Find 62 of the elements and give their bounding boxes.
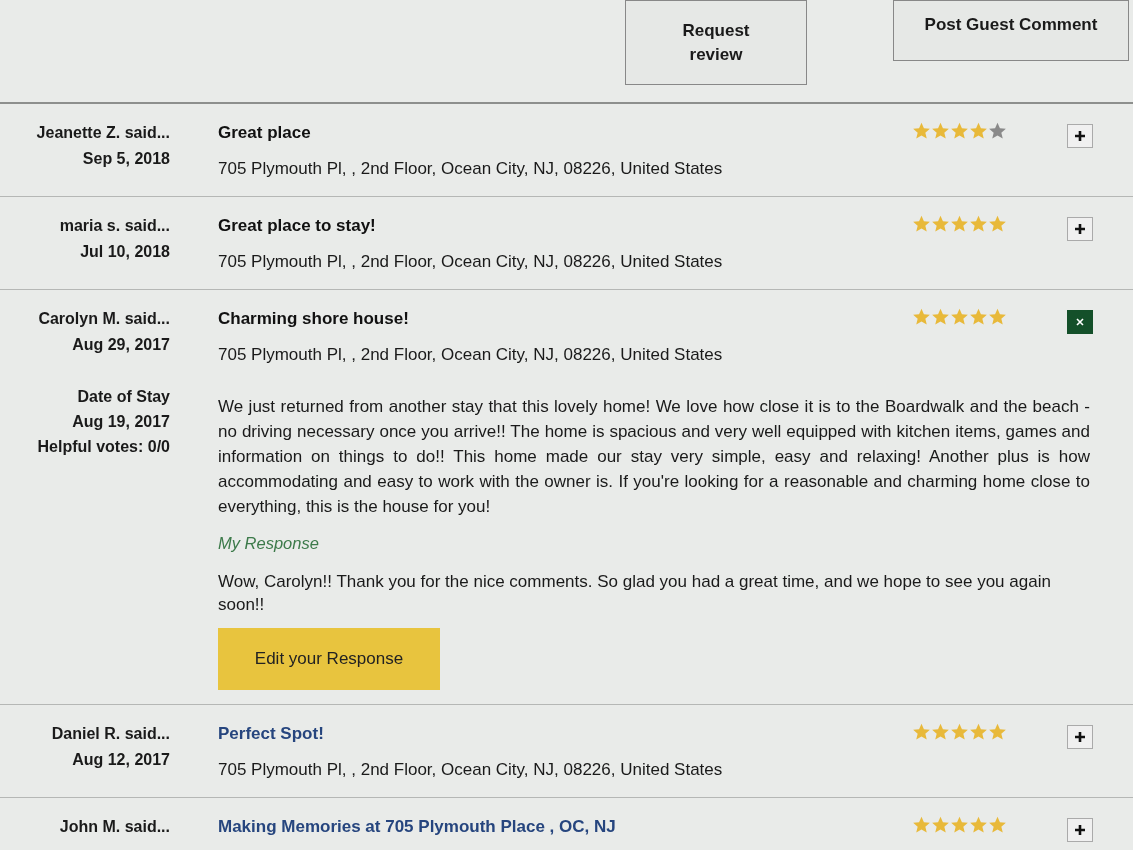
- post-comment-button[interactable]: Post Guest Comment: [893, 0, 1129, 61]
- review-date: Aug 12, 2017: [72, 749, 170, 770]
- star-icon: [912, 815, 931, 834]
- star-icon: [988, 722, 1007, 741]
- reviewer-name: Daniel R. said...: [51, 723, 170, 744]
- star-icon: [988, 122, 1007, 140]
- stay-date: Aug 19, 2017: [72, 412, 170, 432]
- request-review-button[interactable]: Request review: [625, 0, 807, 85]
- star-icon: [950, 722, 969, 741]
- star-icon: [950, 308, 969, 326]
- star-icon: [912, 215, 931, 233]
- plus-icon: [1074, 130, 1086, 142]
- star-icon: [931, 815, 950, 834]
- plus-icon: [1074, 823, 1086, 836]
- star-icon: [969, 815, 988, 834]
- star-icon: [950, 215, 969, 233]
- review-title-link[interactable]: Making Memories at 705 Plymouth Place , OC, NJ: [218, 813, 912, 840]
- star-icon: [950, 122, 969, 140]
- star-icon: [950, 815, 969, 834]
- star-icon: [931, 722, 950, 741]
- reviewer-name: Carolyn M. said...: [38, 309, 170, 329]
- property-address: 705 Plymouth Pl, , 2nd Floor, Ocean City, NJ, 08226, United States: [218, 758, 724, 781]
- review-title-link[interactable]: Perfect Spot!: [218, 720, 912, 747]
- reviewer-name: maria s. said...: [59, 216, 170, 236]
- close-icon: [1074, 316, 1086, 328]
- star-icon: [988, 815, 1007, 834]
- plus-icon: [1074, 223, 1086, 235]
- star-icon: [988, 308, 1007, 326]
- star-icon: [931, 215, 950, 233]
- expand-button[interactable]: [1067, 724, 1093, 749]
- edit-response-button[interactable]: Edit your Response: [218, 627, 440, 690]
- reviewer-name: John M. said...: [59, 816, 170, 837]
- property-address: 705 Plymouth Pl, , 2nd Floor, Ocean City, NJ, 08226, United States: [218, 158, 724, 180]
- plus-icon: [1074, 730, 1086, 743]
- stay-label: Date of Stay: [77, 387, 170, 407]
- expand-button[interactable]: [1067, 817, 1093, 842]
- star-icon: [912, 122, 931, 140]
- star-icon: [969, 308, 988, 326]
- owner-response: Wow, Carolyn!! Thank you for the nice comments. So glad you had a great time, and we hope to see you again soon!!: [218, 570, 1052, 616]
- reviewer-name: Jeanette Z. said...: [36, 123, 170, 143]
- star-icon: [969, 122, 988, 140]
- star-icon: [931, 122, 950, 140]
- review-text: We just returned from another stay that this lovely home! We love how close it is to the Boardwalk and the beach - no driving necessary once you arrive!! The home is spacious and very well equipped with kitchen items, games and information on things to do!! This home made our stay very simple, easy and relaxing! Another plus is how accommodating and easy to work with the owner is. If you're looking for a reasonable and charming home close to everything, this is the house for you!: [218, 396, 1090, 518]
- helpful-votes: Helpful votes: 0/0: [37, 437, 170, 457]
- review-date: Sep 5, 2018: [82, 149, 170, 169]
- star-icon: [931, 308, 950, 326]
- star-icon: [988, 215, 1007, 233]
- star-icon: [912, 308, 931, 326]
- expand-button[interactable]: [1067, 217, 1093, 241]
- review-title-link[interactable]: Great place to stay!: [218, 213, 912, 239]
- star-icon: [912, 722, 931, 741]
- review-title-link[interactable]: Great place: [218, 120, 912, 146]
- response-label: My Response: [218, 533, 320, 554]
- star-icon: [969, 215, 988, 233]
- review-date: Aug 29, 2017: [72, 335, 170, 355]
- review-date: Jul 10, 2018: [80, 242, 170, 262]
- star-icon: [969, 722, 988, 741]
- expand-button[interactable]: [1067, 124, 1093, 148]
- close-button[interactable]: [1067, 310, 1093, 334]
- property-address: 705 Plymouth Pl, , 2nd Floor, Ocean City, NJ, 08226, United States: [218, 251, 724, 273]
- review-title-link[interactable]: Charming shore house!: [218, 306, 912, 332]
- property-address: 705 Plymouth Pl, , 2nd Floor, Ocean City, NJ, 08226, United States: [218, 344, 724, 366]
